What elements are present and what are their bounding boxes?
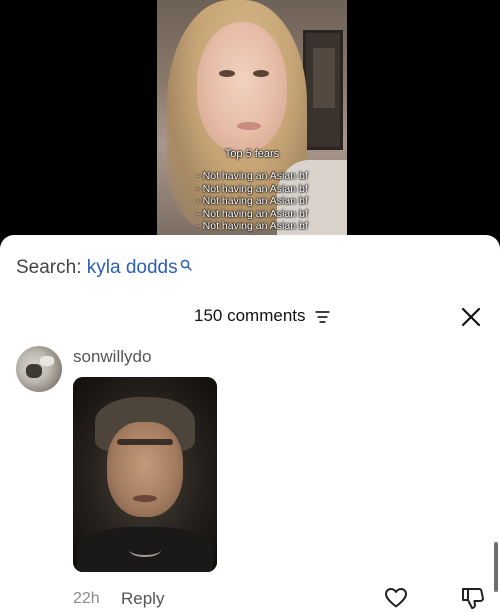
video-player[interactable]: Top 5 fears - Not having an Asian bf - N… — [157, 0, 347, 240]
search-icon[interactable] — [180, 255, 192, 277]
video-caption-title: Top 5 fears — [224, 148, 280, 160]
close-icon[interactable] — [460, 306, 482, 328]
comment-item: sonwillydo 22h Reply — [0, 340, 500, 613]
thumbs-down-icon[interactable] — [461, 585, 485, 611]
video-caption-line: - Not having an Asian bf — [196, 220, 308, 233]
video-caption-line: - Not having an Asian bf — [196, 170, 308, 183]
video-caption-line: - Not having an Asian bf — [196, 207, 308, 220]
video-caption: Top 5 fears - Not having an Asian bf - N… — [157, 148, 347, 232]
scrollbar[interactable] — [494, 542, 498, 592]
related-search-link[interactable]: Search: kyla dodds — [16, 257, 192, 279]
avatar[interactable] — [16, 346, 62, 392]
comment-timestamp: 22h — [73, 590, 100, 607]
search-label: Search: — [16, 257, 82, 278]
comment-photo[interactable] — [73, 377, 217, 572]
comment-username[interactable]: sonwillydo — [73, 347, 151, 367]
comments-header: 150 comments — [0, 305, 500, 329]
video-caption-line: - Not having an Asian bf — [196, 182, 308, 195]
filter-icon[interactable] — [315, 310, 330, 324]
reply-button[interactable]: Reply — [121, 589, 164, 609]
video-caption-line: - Not having an Asian bf — [196, 195, 308, 208]
heart-icon[interactable] — [384, 586, 408, 610]
search-query[interactable]: kyla dodds — [87, 257, 178, 278]
comments-sheet: Search: kyla dodds 150 comments sonwilly… — [0, 235, 500, 613]
comments-count: 150 comments — [194, 306, 306, 325]
